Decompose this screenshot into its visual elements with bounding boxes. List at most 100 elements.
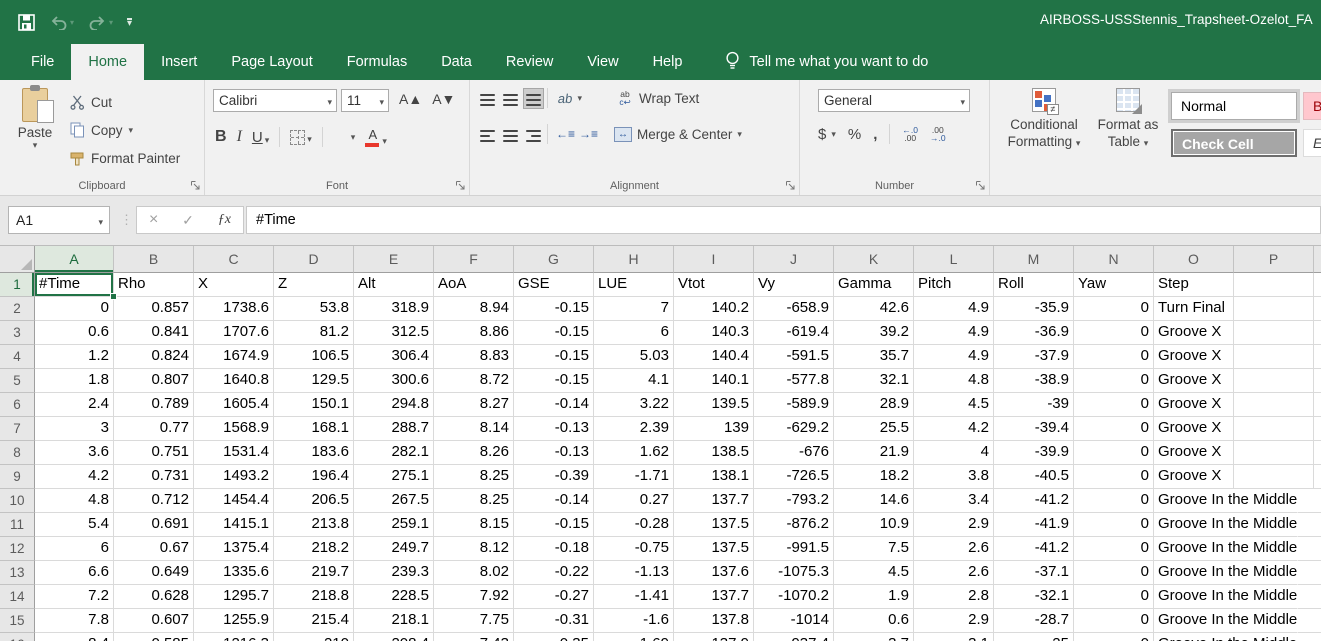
cell-B7[interactable]: 0.77 (114, 417, 194, 441)
format-painter-button[interactable]: Format Painter (70, 146, 180, 170)
underline-dropdown-icon[interactable]: ▾ (265, 135, 270, 146)
select-all-corner[interactable] (0, 246, 35, 273)
row-header-12[interactable]: 12 (0, 537, 35, 561)
customize-quick-access-icon[interactable]: ▾ (127, 18, 132, 27)
row-header-5[interactable]: 5 (0, 369, 35, 393)
cell-G6[interactable]: -0.14 (514, 393, 594, 417)
cell-M16[interactable]: -25 (994, 633, 1074, 641)
cell-P5[interactable] (1234, 369, 1314, 393)
cell-J1[interactable]: Vy (754, 273, 834, 297)
clipboard-dialog-launcher-icon[interactable] (190, 180, 201, 191)
row-header-14[interactable]: 14 (0, 585, 35, 609)
copy-button[interactable]: Copy ▾ (70, 118, 133, 142)
column-header-H[interactable]: H (594, 246, 674, 273)
cell-D13[interactable]: 219.7 (274, 561, 354, 585)
cell-J11[interactable]: -876.2 (754, 513, 834, 537)
cell-J10[interactable]: -793.2 (754, 489, 834, 513)
bottom-align-button[interactable] (524, 89, 543, 108)
cell-P8[interactable] (1234, 441, 1314, 465)
cell-H13[interactable]: -1.13 (594, 561, 674, 585)
row-header-11[interactable]: 11 (0, 513, 35, 537)
increase-indent-icon[interactable]: →≡ (579, 127, 598, 141)
cell-A12[interactable]: 6 (35, 537, 114, 561)
cell-K1[interactable]: Gamma (834, 273, 914, 297)
column-header-M[interactable]: M (994, 246, 1074, 273)
cell-N4[interactable]: 0 (1074, 345, 1154, 369)
cell-style-normal[interactable]: Normal (1171, 92, 1297, 120)
cell-F14[interactable]: 7.92 (434, 585, 514, 609)
cell-G4[interactable]: -0.15 (514, 345, 594, 369)
cell-D6[interactable]: 150.1 (274, 393, 354, 417)
cell-O8[interactable]: Groove X (1154, 441, 1234, 465)
cell-A6[interactable]: 2.4 (35, 393, 114, 417)
cell-J8[interactable]: -676 (754, 441, 834, 465)
name-box[interactable]: A1 ▾ (8, 206, 110, 234)
insert-function-icon[interactable]: ƒx (218, 212, 231, 228)
cell-H9[interactable]: -1.71 (594, 465, 674, 489)
cell-L5[interactable]: 4.8 (914, 369, 994, 393)
cell-E1[interactable]: Alt (354, 273, 434, 297)
cell-L11[interactable]: 2.9 (914, 513, 994, 537)
cell-I10[interactable]: 137.7 (674, 489, 754, 513)
cell-M12[interactable]: -41.2 (994, 537, 1074, 561)
cell-G7[interactable]: -0.13 (514, 417, 594, 441)
cell-E8[interactable]: 282.1 (354, 441, 434, 465)
cell-P14[interactable] (1298, 585, 1321, 609)
orientation-dropdown-icon[interactable]: ▾ (577, 93, 582, 104)
cell-L6[interactable]: 4.5 (914, 393, 994, 417)
cell-G13[interactable]: -0.22 (514, 561, 594, 585)
cell-J2[interactable]: -658.9 (754, 297, 834, 321)
cell-F11[interactable]: 8.15 (434, 513, 514, 537)
cell-I1[interactable]: Vtot (674, 273, 754, 297)
column-header-A[interactable]: A (35, 246, 114, 273)
tab-page-layout[interactable]: Page Layout (214, 44, 329, 80)
conditional-formatting-dropdown-icon[interactable]: ▾ (1076, 138, 1081, 148)
cell-D10[interactable]: 206.5 (274, 489, 354, 513)
cell-A2[interactable]: 0 (35, 297, 114, 321)
middle-align-button[interactable] (501, 89, 520, 108)
column-header-C[interactable]: C (194, 246, 274, 273)
cell-D14[interactable]: 218.8 (274, 585, 354, 609)
cell-B13[interactable]: 0.649 (114, 561, 194, 585)
cell-M4[interactable]: -37.9 (994, 345, 1074, 369)
cell-D4[interactable]: 106.5 (274, 345, 354, 369)
align-right-button[interactable] (524, 125, 543, 144)
cell-C5[interactable]: 1640.8 (194, 369, 274, 393)
cell-B15[interactable]: 0.607 (114, 609, 194, 633)
cell-P7[interactable] (1234, 417, 1314, 441)
merge-center-button[interactable]: ↔ Merge & Center ▾ (614, 127, 742, 142)
row-header-1[interactable]: 1 (0, 273, 35, 297)
cell-G5[interactable]: -0.15 (514, 369, 594, 393)
cell-D15[interactable]: 215.4 (274, 609, 354, 633)
cell-H10[interactable]: 0.27 (594, 489, 674, 513)
cell-A15[interactable]: 7.8 (35, 609, 114, 633)
cell-H5[interactable]: 4.1 (594, 369, 674, 393)
cell-N6[interactable]: 0 (1074, 393, 1154, 417)
cell-D9[interactable]: 196.4 (274, 465, 354, 489)
cell-M15[interactable]: -28.7 (994, 609, 1074, 633)
cell-O3[interactable]: Groove X (1154, 321, 1234, 345)
cell-H15[interactable]: -1.6 (594, 609, 674, 633)
cell-style-check[interactable]: Check Cell (1171, 129, 1297, 157)
cell-M8[interactable]: -39.9 (994, 441, 1074, 465)
cell-G2[interactable]: -0.15 (514, 297, 594, 321)
cell-M11[interactable]: -41.9 (994, 513, 1074, 537)
cell-I3[interactable]: 140.3 (674, 321, 754, 345)
cell-A7[interactable]: 3 (35, 417, 114, 441)
cell-F4[interactable]: 8.83 (434, 345, 514, 369)
cell-C7[interactable]: 1568.9 (194, 417, 274, 441)
tell-me-box[interactable]: Tell me what you want to do (725, 44, 928, 80)
column-header-B[interactable]: B (114, 246, 194, 273)
cell-E7[interactable]: 288.7 (354, 417, 434, 441)
column-header-O[interactable]: O (1154, 246, 1234, 273)
cell-E13[interactable]: 239.3 (354, 561, 434, 585)
merge-center-dropdown-icon[interactable]: ▾ (737, 129, 742, 140)
cell-F7[interactable]: 8.14 (434, 417, 514, 441)
top-align-button[interactable] (478, 89, 497, 108)
cell-B3[interactable]: 0.841 (114, 321, 194, 345)
cell-M5[interactable]: -38.9 (994, 369, 1074, 393)
cell-J5[interactable]: -577.8 (754, 369, 834, 393)
cell-O7[interactable]: Groove X (1154, 417, 1234, 441)
undo-icon[interactable]: ▾ (49, 15, 74, 30)
cell-A11[interactable]: 5.4 (35, 513, 114, 537)
